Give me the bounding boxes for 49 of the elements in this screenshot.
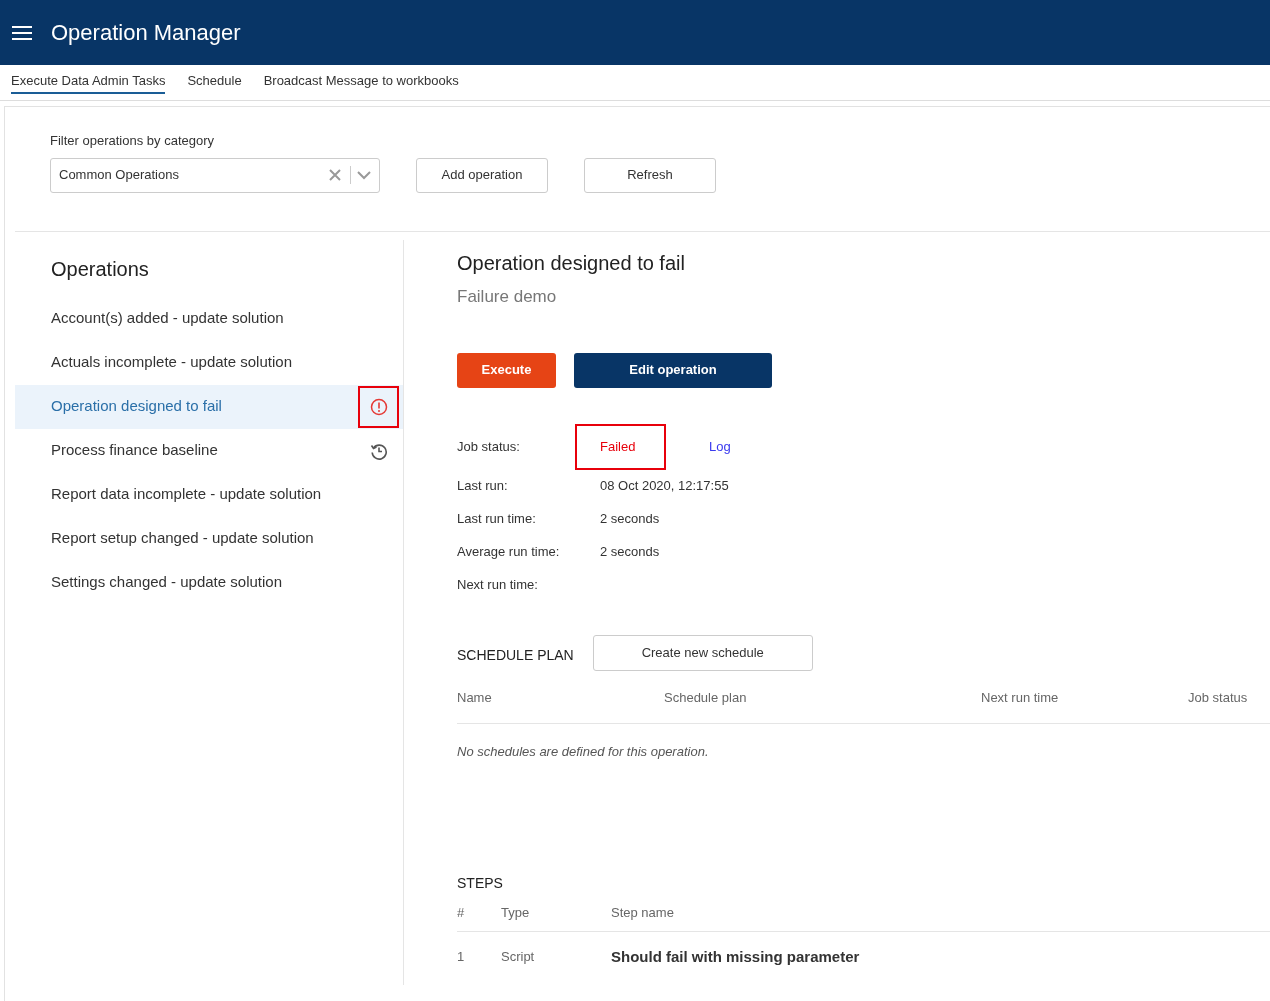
operation-item[interactable]: Report setup changed - update solution (15, 516, 403, 561)
field-value: 2 seconds (599, 543, 661, 562)
operation-item[interactable]: Operation designed to fail (15, 384, 403, 429)
operation-subtitle: Failure demo (457, 285, 558, 306)
operation-title: Operation designed to fail (457, 250, 686, 274)
clear-icon[interactable] (328, 168, 342, 182)
field-label: Job status: (457, 437, 521, 456)
field-label: Average run time: (457, 543, 561, 562)
field-label: Last run: (457, 477, 509, 496)
tab[interactable]: Broadcast Message to workbooks (263, 70, 459, 95)
job-status-value: Failed (575, 423, 666, 470)
tab[interactable]: Execute Data Admin Tasks (11, 70, 166, 95)
field-label: Next run time: (457, 576, 539, 595)
chevron-down-icon[interactable] (357, 170, 371, 180)
operation-item[interactable]: Account(s) added - update solution (15, 296, 403, 341)
log-link[interactable]: Log (709, 436, 731, 457)
column-header: Job status (1188, 688, 1249, 707)
table-cell-text: Should fail with missing parameter (611, 946, 861, 967)
toolbar-button[interactable]: Add operation (416, 157, 548, 193)
toolbar-button[interactable]: Refresh (584, 157, 716, 193)
operation-item[interactable]: Settings changed - update solution (15, 560, 403, 605)
alert-icon (369, 397, 388, 416)
column-header: Step name (611, 903, 675, 922)
filter-label: Filter operations by category (50, 132, 216, 150)
operation-item[interactable]: Actuals incomplete - update solution (15, 340, 403, 385)
app-title: Operation Manager (51, 19, 241, 47)
history-icon (369, 441, 388, 460)
column-header: Type (501, 903, 531, 922)
menu-icon[interactable] (12, 24, 33, 41)
create-schedule-button[interactable]: Create new schedule (592, 634, 813, 671)
column-header: # (457, 903, 466, 922)
field-label: Last run time: (457, 510, 537, 529)
column-header: Name (457, 688, 493, 707)
column-header: Next run time (981, 688, 1060, 707)
section-heading: SCHEDULE PLAN (457, 646, 574, 665)
edit-operation-button[interactable]: Edit operation (574, 352, 772, 388)
section-heading: STEPS (457, 874, 504, 893)
empty-message: No schedules are defined for this operation. (457, 742, 710, 761)
category-dropdown[interactable]: Common Operations (50, 157, 380, 193)
operation-item[interactable]: Process finance baseline (15, 428, 403, 473)
table-cell-text: 1 (457, 948, 466, 967)
field-value: 2 seconds (599, 510, 661, 529)
operation-item[interactable]: Report data incomplete - update solution (15, 472, 403, 517)
field-value: 08 Oct 2020, 12:17:55 (599, 477, 730, 496)
execute-button[interactable]: Execute (457, 352, 556, 388)
tab[interactable]: Schedule (187, 70, 242, 95)
table-cell-text: Script (501, 948, 536, 967)
operations-heading: Operations (50, 256, 150, 282)
column-header: Schedule plan (664, 688, 748, 707)
